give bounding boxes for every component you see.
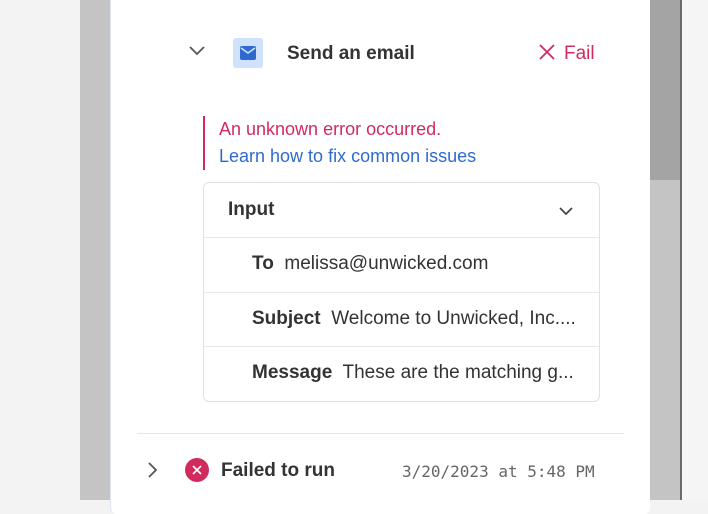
close-icon [538, 43, 556, 66]
input-field-row: Subject Welcome to Unwicked, Inc.... [204, 292, 599, 347]
input-field-row: To melissa@unwicked.com [204, 237, 599, 292]
input-card-header[interactable]: Input [204, 183, 599, 237]
error-block: An unknown error occurred. Learn how to … [203, 116, 476, 170]
input-field-row: Message These are the matching g... [204, 346, 599, 401]
collapse-chevron-icon[interactable] [189, 46, 205, 56]
error-status-icon [185, 458, 209, 482]
run-timestamp: 3/20/2023 at 5:48 PM [402, 462, 595, 481]
help-link[interactable]: Learn how to fix common issues [219, 143, 476, 170]
chevron-right-icon[interactable] [148, 462, 158, 483]
scrollbar-thumb[interactable] [650, 0, 680, 180]
field-value: melissa@unwicked.com [284, 253, 489, 274]
background-left [0, 0, 80, 500]
input-card: Input To melissa@unwicked.com Subject We… [203, 182, 600, 402]
input-field: Subject Welcome to Unwicked, Inc.... [252, 308, 576, 330]
gutter-left [80, 0, 110, 500]
field-key: Subject [252, 308, 321, 329]
step-title: Send an email [287, 43, 415, 64]
field-value: Welcome to Unwicked, Inc.... [331, 308, 576, 329]
field-key: To [252, 253, 274, 274]
mail-icon [233, 38, 263, 68]
field-key: Message [252, 362, 333, 383]
input-card-title: Input [228, 199, 275, 220]
chevron-down-icon[interactable] [559, 203, 573, 221]
run-status-text: Failed to run [221, 460, 335, 481]
status-label: Fail [564, 43, 595, 64]
divider [137, 433, 624, 434]
error-message: An unknown error occurred. [219, 119, 442, 139]
field-value: These are the matching g... [342, 362, 574, 383]
step-status: Fail [538, 42, 595, 66]
background-right [682, 0, 708, 500]
input-field: Message These are the matching g... [252, 362, 574, 384]
input-field: To melissa@unwicked.com [252, 253, 488, 275]
